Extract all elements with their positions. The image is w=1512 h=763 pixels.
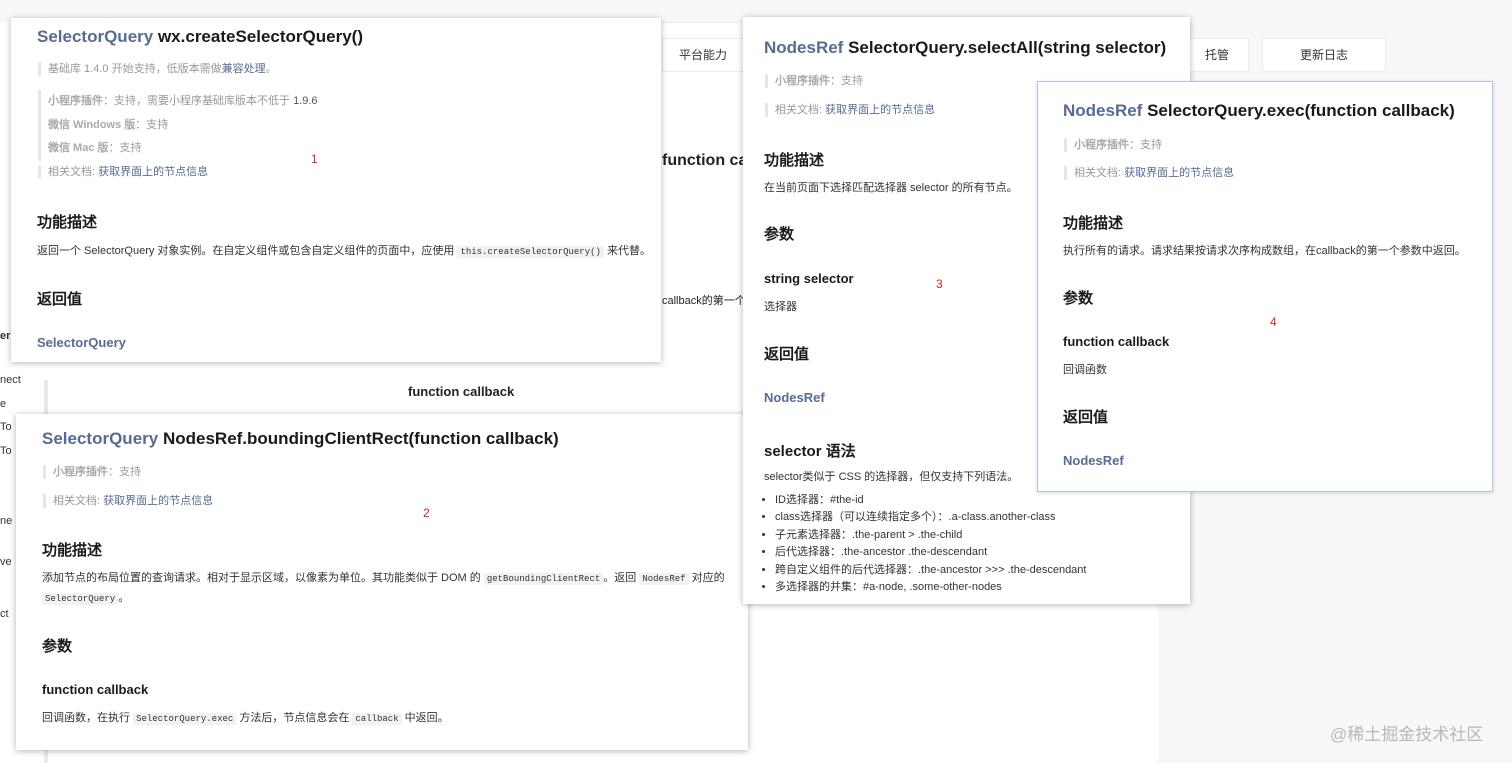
list-item: 多选择器的并集：#a-node, .some-other-nodes	[775, 579, 1086, 596]
doc-card-exec: NodesRef SelectorQuery.exec(function cal…	[1037, 81, 1493, 492]
param-name: function callback	[1063, 334, 1170, 349]
card-title: SelectorQuery NodesRef.boundingClientRec…	[42, 429, 559, 448]
section-heading: 参数	[764, 226, 795, 243]
param-description: 回调函数	[1063, 364, 1107, 376]
return-type-link[interactable]: NodesRef	[1063, 453, 1124, 468]
card-title: NodesRef SelectorQuery.exec(function cal…	[1063, 101, 1455, 120]
syntax-description: selector类似于 CSS 的选择器，但仅支持下列语法。	[764, 471, 1019, 483]
annotation-number: 4	[1270, 315, 1277, 329]
sidebar-fragment[interactable]: ve	[0, 556, 12, 568]
support-tip: 小程序插件：支持	[43, 465, 141, 479]
card-title: SelectorQuery wx.createSelectorQuery()	[37, 27, 363, 46]
related-docs-tip: 相关文档: 获取界面上的节点信息	[38, 165, 208, 179]
tab-hosting[interactable]: 托管	[1185, 38, 1249, 72]
function-description: 添加节点的布局位置的查询请求。相对于显示区域，以像素为单位。其功能类似于 DOM…	[42, 572, 725, 605]
function-description: 返回一个 SelectorQuery 对象实例。在自定义组件或包含自定义组件的页…	[37, 245, 651, 258]
list-item: 跨自定义组件的后代选择器：.the-ancestor >>> .the-desc…	[775, 562, 1086, 579]
sidebar-fragment[interactable]: ct	[0, 608, 9, 620]
annotation-number: 1	[311, 152, 318, 166]
bg-text-fragment: callback的第一个	[662, 295, 746, 307]
section-heading: selector 语法	[764, 443, 856, 460]
function-description: 在当前页面下选择匹配选择器 selector 的所有节点。	[764, 182, 1018, 194]
param-name: string selector	[764, 271, 854, 286]
card-title: NodesRef SelectorQuery.selectAll(string …	[764, 38, 1167, 57]
related-docs-tip: 相关文档: 获取界面上的节点信息	[43, 494, 213, 508]
sidebar-fragment[interactable]: To	[0, 445, 12, 457]
annotation-number: 3	[936, 277, 943, 291]
base-lib-tip: 基础库 1.4.0 开始支持，低版本需做兼容处理。	[38, 62, 277, 76]
section-heading: 功能描述	[764, 152, 825, 169]
section-heading: 返回值	[1063, 409, 1109, 426]
section-heading: 功能描述	[42, 542, 103, 559]
support-tip: 小程序插件：支持	[1064, 138, 1162, 152]
list-item: 子元素选择器：.the-parent > .the-child	[775, 527, 1086, 544]
type-link[interactable]: SelectorQuery	[37, 27, 153, 46]
type-link[interactable]: NodesRef	[764, 38, 843, 57]
param-description: 选择器	[764, 301, 797, 313]
sidebar-fragment[interactable]: ne	[0, 515, 12, 527]
section-heading: 参数	[42, 638, 73, 655]
sidebar-fragment[interactable]: e	[0, 398, 6, 410]
related-doc-link[interactable]: 获取界面上的节点信息	[825, 104, 935, 116]
doc-card-create-selector-query: SelectorQuery wx.createSelectorQuery() 基…	[11, 18, 661, 362]
compat-link[interactable]: 兼容处理	[222, 63, 266, 75]
list-item: ID选择器：#the-id	[775, 492, 1086, 509]
related-doc-link[interactable]: 获取界面上的节点信息	[103, 495, 213, 507]
related-docs-tip: 相关文档: 获取界面上的节点信息	[1064, 166, 1234, 180]
sidebar-fragment[interactable]: nect	[0, 374, 21, 386]
section-heading: 返回值	[764, 346, 810, 363]
section-heading: 功能描述	[37, 214, 98, 231]
doc-card-bounding-client-rect: SelectorQuery NodesRef.boundingClientRec…	[16, 414, 748, 750]
related-doc-link[interactable]: 获取界面上的节点信息	[1124, 167, 1234, 179]
tab-changelog[interactable]: 更新日志	[1262, 38, 1386, 72]
sidebar-fragment[interactable]: er	[0, 330, 10, 342]
bg-heading-fragment: function cal	[662, 152, 752, 169]
list-item: class选择器（可以连续指定多个）：.a-class.another-clas…	[775, 509, 1086, 526]
return-type-link[interactable]: NodesRef	[764, 390, 825, 405]
related-doc-link[interactable]: 获取界面上的节点信息	[98, 166, 208, 178]
type-link[interactable]: SelectorQuery	[42, 429, 158, 448]
selector-syntax-list: ID选择器：#the-id class选择器（可以连续指定多个）：.a-clas…	[755, 492, 1086, 596]
related-docs-tip: 相关文档: 获取界面上的节点信息	[765, 103, 935, 117]
support-tip: 小程序插件：支持	[765, 74, 863, 88]
watermark: @稀土掘金技术社区	[1330, 725, 1484, 744]
annotation-number: 2	[423, 506, 430, 520]
function-description: 执行所有的请求。请求结果按请求次序构成数组，在callback的第一个参数中返回…	[1063, 245, 1466, 257]
param-description: 回调函数，在执行 SelectorQuery.exec 方法后，节点信息会在 c…	[42, 712, 449, 725]
section-heading: 功能描述	[1063, 215, 1124, 232]
support-tip: 小程序插件：支持，需要小程序基础库版本不低于 1.9.6 微信 Windows …	[38, 90, 318, 161]
tab-platform-capability[interactable]: 平台能力	[662, 38, 744, 72]
section-heading: 返回值	[37, 291, 83, 308]
list-item: 后代选择器：.the-ancestor .the-descendant	[775, 544, 1086, 561]
param-name: function callback	[42, 682, 149, 697]
sidebar-fragment[interactable]: To	[0, 421, 12, 433]
bg-param-fragment: function callback	[408, 384, 515, 399]
section-heading: 参数	[1063, 290, 1094, 307]
return-type-link[interactable]: SelectorQuery	[37, 335, 126, 350]
type-link[interactable]: NodesRef	[1063, 101, 1142, 120]
